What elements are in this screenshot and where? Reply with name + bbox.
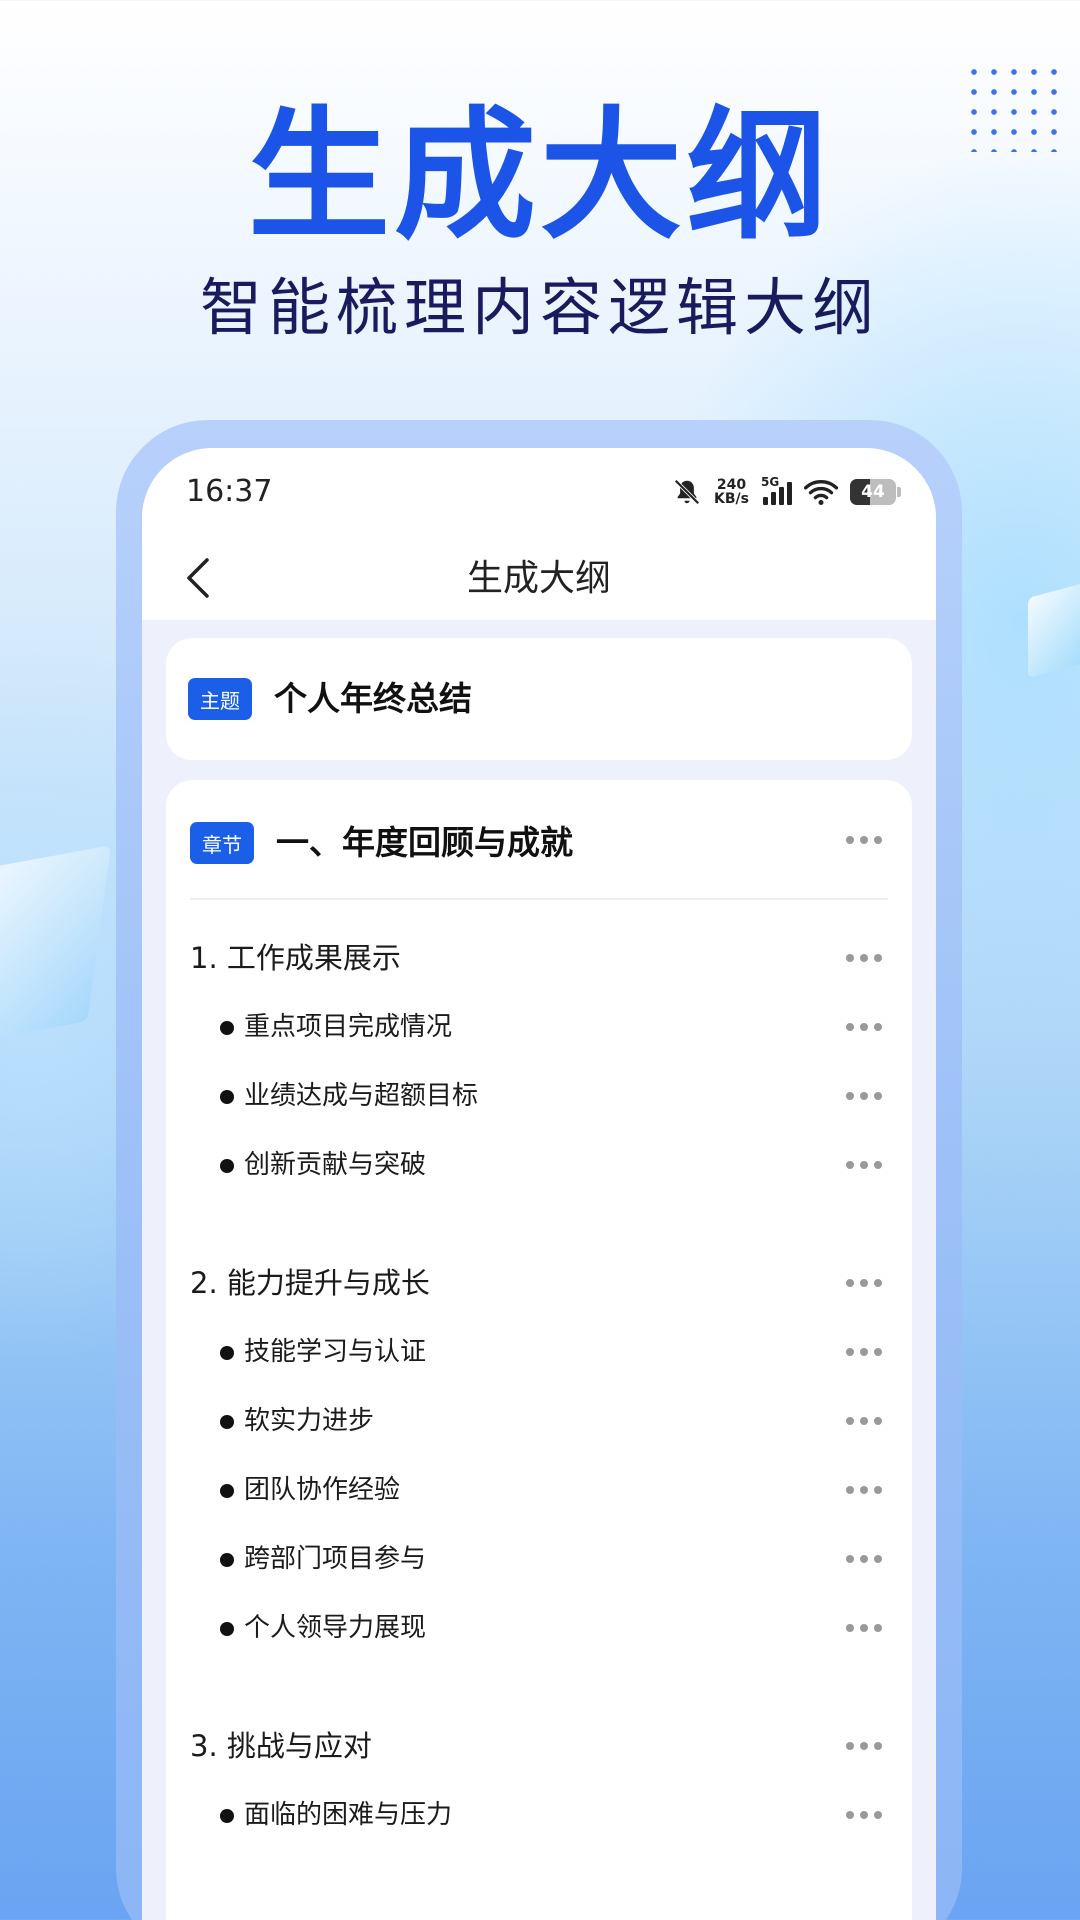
chapter-tag: 章节 [190, 822, 254, 864]
outline-item-row[interactable]: 创新贡献与突破 [166, 1135, 912, 1195]
outline-section-label[interactable]: 3. 挑战与应对 [190, 1716, 372, 1776]
more-icon[interactable] [846, 948, 882, 968]
outline-section-row[interactable]: 3. 挑战与应对 [166, 1716, 912, 1776]
outline-item-row[interactable]: 技能学习与认证 [166, 1322, 912, 1382]
topic-card[interactable]: 主题 个人年终总结 [166, 638, 912, 760]
outline-item-label[interactable]: 跨部门项目参与 [244, 1529, 426, 1589]
topic-tag: 主题 [188, 678, 252, 720]
nav-bar: 生成大纲 [142, 538, 936, 620]
bullet-icon [220, 1809, 234, 1823]
page-title: 生成大纲 [466, 558, 611, 599]
more-icon[interactable] [846, 1342, 882, 1362]
network-type: 5G [761, 475, 780, 489]
signal-icon: 5G [761, 475, 792, 505]
more-icon[interactable] [846, 1273, 882, 1293]
more-icon[interactable] [846, 1017, 882, 1037]
more-icon[interactable] [846, 1480, 882, 1500]
bullet-icon [220, 1159, 234, 1173]
outline-item-row[interactable]: 团队协作经验 [166, 1460, 912, 1520]
more-icon[interactable] [846, 1549, 882, 1569]
net-speed-value: 240 [716, 477, 747, 493]
wifi-icon [804, 480, 838, 506]
chevron-left-icon [187, 558, 209, 598]
outline-item-row[interactable]: 个人领导力展现 [166, 1598, 912, 1658]
outline-item-label[interactable]: 技能学习与认证 [244, 1322, 426, 1382]
outline-item-label[interactable]: 个人领导力展现 [244, 1598, 426, 1658]
bullet-icon [220, 1346, 234, 1360]
more-icon[interactable] [846, 1618, 882, 1638]
outline-item-row[interactable]: 重点项目完成情况 [166, 997, 912, 1057]
divider [190, 898, 888, 900]
outline-item-label[interactable]: 团队协作经验 [244, 1460, 400, 1520]
bullet-icon [220, 1484, 234, 1498]
outline-item-label[interactable]: 软实力进步 [244, 1391, 374, 1451]
outline-item-label[interactable]: 创新贡献与突破 [244, 1135, 426, 1195]
more-icon[interactable] [846, 1805, 882, 1825]
more-icon[interactable] [846, 1155, 882, 1175]
outline-item-label[interactable]: 业绩达成与超额目标 [244, 1066, 478, 1126]
status-time: 16:37 [186, 474, 273, 509]
more-icon[interactable] [846, 1411, 882, 1431]
status-icons: 240 KB/s 5G 44 [672, 474, 901, 510]
outline-item-row[interactable]: 软实力进步 [166, 1391, 912, 1451]
more-icon[interactable] [846, 1736, 882, 1756]
battery-icon: 44 [850, 479, 901, 505]
bullet-icon [220, 1415, 234, 1429]
net-speed: 240 KB/s [714, 478, 749, 506]
outline-section-label[interactable]: 1. 工作成果展示 [190, 928, 401, 988]
chapter-card: 章节 一、年度回顾与成就 1. 工作成果展示重点项目完成情况 业绩达成与超额目标创… [166, 780, 912, 1920]
net-speed-unit: KB/s [714, 491, 749, 507]
battery-level: 44 [861, 482, 885, 502]
chapter-title[interactable]: 一、年度回顾与成就 [276, 816, 573, 870]
outline-item-row[interactable]: 面临的困难与压力 [166, 1785, 912, 1845]
hero-subtitle: 智能梳理内容逻辑大纲 [199, 271, 880, 344]
more-icon[interactable] [846, 1086, 882, 1106]
bullet-icon [220, 1090, 234, 1104]
outline-item-label[interactable]: 面临的困难与压力 [244, 1785, 452, 1845]
outline-section-row[interactable]: 1. 工作成果展示 [166, 928, 912, 988]
back-button[interactable] [170, 550, 226, 606]
outline-item-row[interactable]: 业绩达成与超额目标 [166, 1066, 912, 1126]
outline-item-label[interactable]: 重点项目完成情况 [244, 997, 452, 1057]
bullet-icon [220, 1021, 234, 1035]
outline-section-row[interactable]: 2. 能力提升与成长 [166, 1253, 912, 1313]
decorative-cube-right [1028, 581, 1080, 679]
hero-title: 生成大纲 [248, 94, 832, 259]
outline-item-row[interactable]: 跨部门项目参与 [166, 1529, 912, 1589]
outline-section-label[interactable]: 2. 能力提升与成长 [190, 1253, 430, 1313]
chapter-header[interactable]: 章节 一、年度回顾与成就 [166, 780, 912, 898]
more-icon[interactable] [846, 830, 882, 850]
bullet-icon [220, 1622, 234, 1636]
bullet-icon [220, 1553, 234, 1567]
status-bar: 16:37 240 KB/s 5G 44 [142, 448, 936, 538]
topic-text[interactable]: 个人年终总结 [274, 672, 472, 726]
bell-muted-icon [674, 479, 700, 505]
phone-screen: 16:37 240 KB/s 5G 44 生成大纲 主题 个人年终总结 章节 一… [142, 448, 936, 1920]
